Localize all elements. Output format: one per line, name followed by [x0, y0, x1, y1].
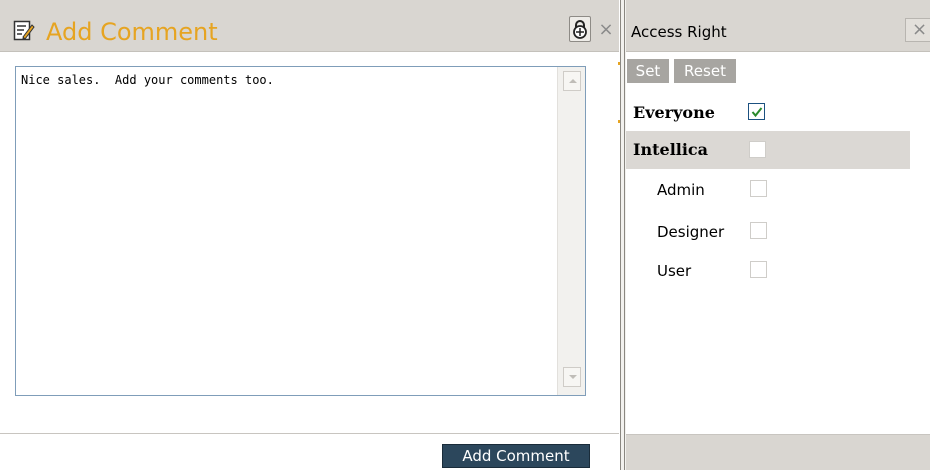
access-row-label: Everyone [633, 103, 715, 122]
access-row-admin[interactable]: Admin [626, 176, 910, 206]
splitter-handle-mark [618, 62, 620, 65]
designer-checkbox[interactable] [750, 222, 767, 239]
access-row-designer[interactable]: Designer [626, 218, 910, 248]
comment-box [15, 66, 586, 396]
scroll-up-button[interactable] [563, 71, 581, 91]
access-panel-title: Access Right [631, 23, 727, 41]
edit-note-icon [13, 20, 35, 42]
scroll-down-button[interactable] [563, 367, 581, 387]
lock-button[interactable] [569, 16, 591, 42]
comment-titlebar: Add Comment × [0, 0, 619, 52]
everyone-checkbox[interactable] [748, 103, 765, 120]
access-titlebar: Access Right × [626, 0, 930, 52]
add-comment-button[interactable]: Add Comment [442, 444, 590, 468]
intellica-checkbox[interactable] [749, 141, 766, 158]
access-row-label: Admin [657, 181, 705, 199]
comment-scrollbar[interactable] [557, 67, 585, 395]
splitter-line [624, 0, 625, 470]
access-row-label: Designer [657, 223, 725, 241]
access-row-intellica[interactable]: Intellica [626, 131, 910, 169]
comment-footer-divider [0, 433, 619, 434]
user-checkbox[interactable] [750, 261, 767, 278]
lock-icon [570, 20, 590, 45]
access-right-panel: Access Right × Set Reset Everyone Intell… [626, 0, 930, 470]
set-button[interactable]: Set [627, 59, 669, 83]
comment-panel-title: Add Comment [46, 18, 218, 46]
comment-textarea[interactable] [17, 68, 557, 394]
access-footer [626, 434, 930, 470]
splitter-line [620, 0, 621, 470]
access-row-everyone[interactable]: Everyone [626, 99, 910, 129]
arrow-up-icon [569, 79, 577, 83]
check-mark-icon [751, 107, 763, 118]
close-comment-button[interactable]: × [596, 18, 616, 42]
access-row-label: Intellica [633, 140, 709, 159]
arrow-down-icon [569, 375, 577, 379]
reset-button[interactable]: Reset [674, 59, 736, 83]
splitter-handle-mark [618, 120, 620, 123]
access-row-user[interactable]: User [626, 258, 910, 288]
close-access-button[interactable]: × [905, 18, 930, 42]
add-comment-panel: Add Comment × Add Comment [0, 0, 619, 470]
access-row-label: User [657, 262, 692, 280]
admin-checkbox[interactable] [750, 180, 767, 197]
